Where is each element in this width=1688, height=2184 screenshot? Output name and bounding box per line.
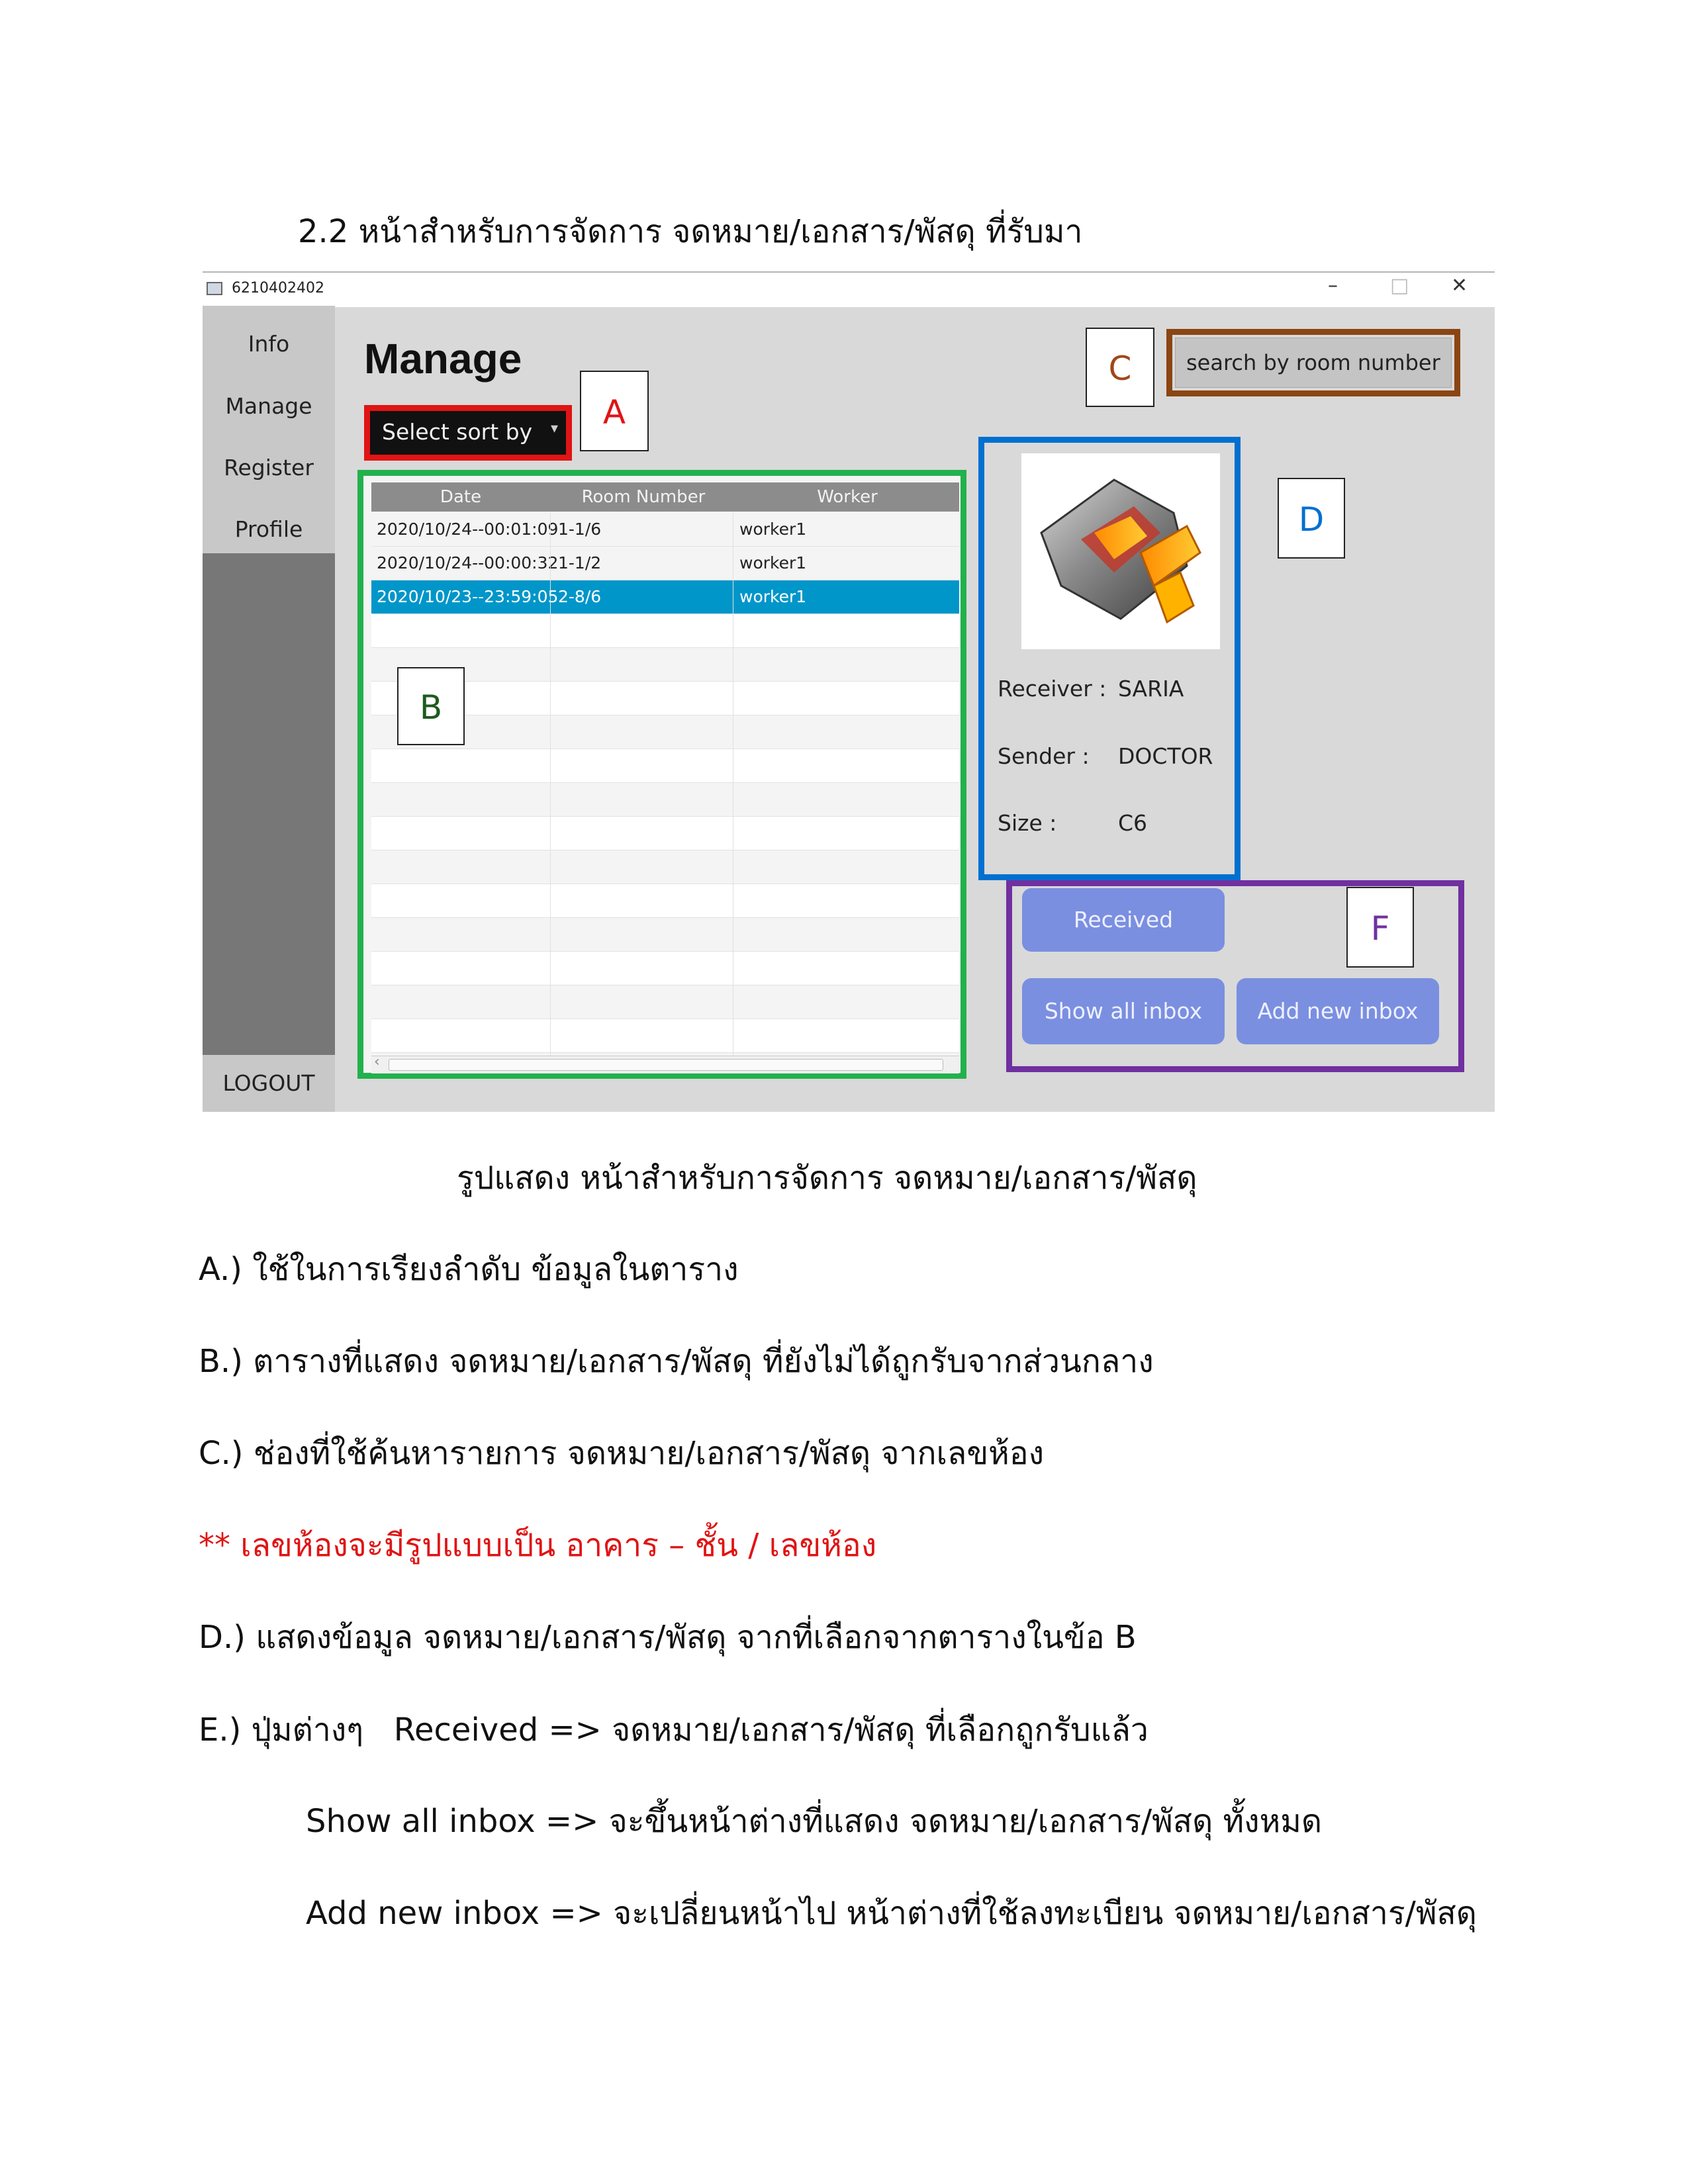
note-e-show-all: Show all inbox => จะขึ้นหน้าต่างที่แสดง … bbox=[306, 1803, 1323, 1840]
cell-worker: worker1 bbox=[739, 520, 807, 539]
parcel-image bbox=[1021, 453, 1220, 649]
empty-table-row bbox=[371, 918, 959, 952]
chevron-down-icon: ▾ bbox=[550, 420, 558, 437]
received-button[interactable]: Received bbox=[1022, 888, 1225, 952]
sidebar-item-register[interactable]: Register bbox=[203, 455, 335, 480]
column-separator bbox=[550, 513, 551, 1056]
table-header: Date Room Number Worker bbox=[371, 482, 959, 512]
search-box-highlight: search by room number bbox=[1166, 329, 1460, 396]
column-header-date[interactable]: Date bbox=[371, 487, 550, 507]
cell-room: 2-8/6 bbox=[558, 587, 602, 606]
mail-table: Date Room Number Worker 2020/10/24--00:0… bbox=[357, 470, 966, 1079]
add-new-inbox-button[interactable]: Add new inbox bbox=[1237, 978, 1439, 1044]
maximize-icon[interactable]: □ bbox=[1390, 274, 1409, 297]
sidebar-item-manage[interactable]: Manage bbox=[203, 393, 335, 419]
size-value: C6 bbox=[1118, 810, 1148, 836]
minimize-icon[interactable]: – bbox=[1328, 274, 1338, 297]
callout-d: D bbox=[1278, 478, 1345, 559]
table-row-selected[interactable]: 2020/10/23--23:59:05 2-8/6 worker1 bbox=[371, 580, 959, 614]
callout-a: A bbox=[580, 371, 649, 451]
sort-select[interactable]: Select sort by ▾ bbox=[364, 405, 572, 461]
logout-button[interactable]: LOGOUT bbox=[203, 1055, 335, 1112]
search-input[interactable]: search by room number bbox=[1175, 338, 1452, 388]
parcel-icon bbox=[1040, 478, 1201, 624]
sidebar: Info Manage Register Profile LOGOUT bbox=[203, 306, 335, 1112]
callout-b: B bbox=[397, 667, 465, 745]
cell-date: 2020/10/24--00:01:09 bbox=[377, 520, 559, 539]
empty-table-row bbox=[371, 985, 959, 1019]
empty-table-row bbox=[371, 1019, 959, 1053]
empty-table-row bbox=[371, 614, 959, 648]
column-header-room-number[interactable]: Room Number bbox=[553, 487, 734, 507]
callout-f: F bbox=[1346, 887, 1414, 968]
empty-table-row bbox=[371, 817, 959, 850]
empty-table-row bbox=[371, 783, 959, 817]
note-a: A.) ใช้ในการเรียงลำดับ ข้อมูลในตาราง bbox=[199, 1251, 739, 1288]
cell-room: 1-1/2 bbox=[558, 553, 602, 572]
empty-table-row bbox=[371, 749, 959, 783]
size-label: Size : bbox=[998, 810, 1057, 836]
callout-c: C bbox=[1086, 328, 1154, 407]
empty-table-row bbox=[371, 952, 959, 985]
cell-worker: worker1 bbox=[739, 587, 807, 606]
note-e-add-new: Add new inbox => จะเปลี่ยนหน้าไป หน้าต่า… bbox=[306, 1895, 1477, 1932]
sender-label: Sender : bbox=[998, 743, 1090, 769]
app-window-icon bbox=[207, 282, 222, 295]
cell-date: 2020/10/24--00:00:32 bbox=[377, 553, 559, 572]
scroll-left-icon[interactable]: ‹ bbox=[374, 1054, 380, 1070]
sidebar-item-info[interactable]: Info bbox=[203, 331, 335, 357]
empty-table-row bbox=[371, 850, 959, 884]
receiver-value: SARIA bbox=[1118, 676, 1184, 702]
column-header-worker[interactable]: Worker bbox=[735, 487, 959, 507]
mail-details-panel: Receiver : SARIA Sender : DOCTOR Size : … bbox=[978, 437, 1241, 880]
sidebar-item-profile[interactable]: Profile bbox=[203, 516, 335, 542]
cell-date: 2020/10/23--23:59:05 bbox=[377, 587, 559, 606]
search-placeholder: search by room number bbox=[1186, 350, 1440, 375]
empty-table-row bbox=[371, 884, 959, 918]
table-row[interactable]: 2020/10/24--00:00:32 1-1/2 worker1 bbox=[371, 547, 959, 580]
section-heading: 2.2 หน้าสำหรับการจัดการ จดหมาย/เอกสาร/พั… bbox=[298, 213, 1083, 250]
note-d: D.) แสดงข้อมูล จดหมาย/เอกสาร/พัสดุ จากที… bbox=[199, 1619, 1137, 1656]
close-icon[interactable]: ✕ bbox=[1451, 274, 1468, 297]
page-title: Manage bbox=[364, 335, 522, 383]
table-row[interactable]: 2020/10/24--00:01:09 1-1/6 worker1 bbox=[371, 513, 959, 547]
note-room-format: ** เลขห้องจะมีรูปแบบเป็น อาคาร – ชั้น / … bbox=[199, 1527, 877, 1564]
sender-value: DOCTOR bbox=[1118, 743, 1213, 769]
cell-worker: worker1 bbox=[739, 553, 807, 572]
note-e: E.) ปุ่มต่างๆ Received => จดหมาย/เอกสาร/… bbox=[199, 1711, 1149, 1749]
sort-select-value: Select sort by bbox=[382, 419, 533, 445]
window-title: 6210402402 bbox=[232, 280, 324, 296]
horizontal-scrollbar[interactable]: ‹ bbox=[371, 1054, 959, 1073]
receiver-label: Receiver : bbox=[998, 676, 1107, 702]
show-all-inbox-button[interactable]: Show all inbox bbox=[1022, 978, 1225, 1044]
scrollbar-thumb[interactable] bbox=[389, 1059, 943, 1071]
note-b: B.) ตารางที่แสดง จดหมาย/เอกสาร/พัสดุ ที่… bbox=[199, 1343, 1154, 1380]
logout-label: LOGOUT bbox=[222, 1070, 315, 1096]
figure-caption: รูปแสดง หน้าสำหรับการจัดการ จดหมาย/เอกสา… bbox=[457, 1160, 1197, 1197]
note-c: C.) ช่องที่ใช้ค้นหารายการ จดหมาย/เอกสาร/… bbox=[199, 1435, 1045, 1472]
title-bar: 6210402402 – □ ✕ bbox=[203, 271, 1495, 307]
cell-room: 1-1/6 bbox=[558, 520, 602, 539]
